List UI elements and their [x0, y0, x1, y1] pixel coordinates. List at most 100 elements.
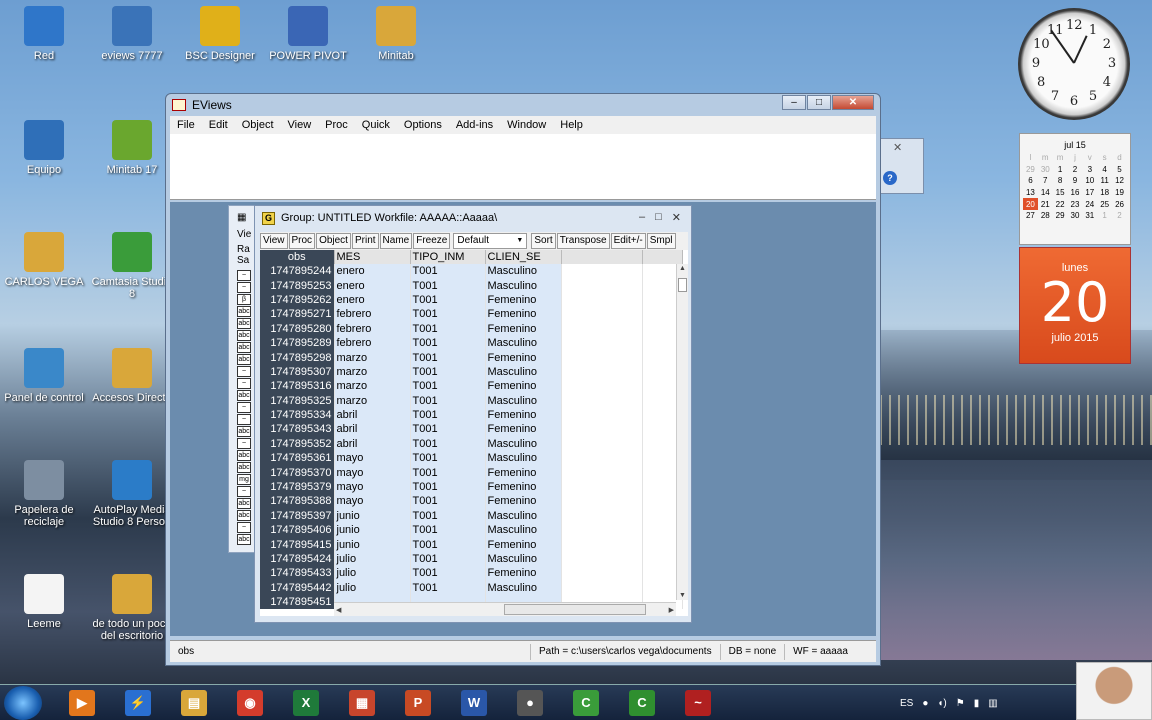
data-cell[interactable]: T001 [410, 364, 486, 380]
data-cell[interactable]: T001 [410, 278, 486, 293]
menu-item[interactable]: Add-ins [449, 119, 500, 131]
menu-item[interactable]: Help [553, 119, 590, 131]
data-cell[interactable]: julio [334, 566, 411, 581]
flag-icon[interactable]: ⚑ [956, 698, 965, 709]
calendar-day-cell[interactable]: 11 [1097, 175, 1112, 187]
table-row[interactable]: 1747895433 julio T001 Femenino [260, 566, 683, 581]
menu-item[interactable]: Object [235, 119, 281, 131]
workfile-object-icon[interactable]: ~ [237, 378, 251, 389]
table-row[interactable]: 1747895307 marzo T001 Masculino [260, 364, 683, 380]
calendar-today-card[interactable]: lunes 20 julio 2015 [1019, 247, 1131, 364]
taskbar-media-player-button[interactable]: ▶ [56, 686, 108, 720]
toolbar-button[interactable]: Freeze [413, 233, 451, 249]
empty-cell[interactable] [561, 494, 643, 509]
help-icon[interactable]: ? [883, 171, 897, 185]
empty-cell[interactable] [561, 566, 643, 581]
taskbar-eviews-button[interactable]: ~ [672, 686, 724, 720]
desktop-icon[interactable]: de todo un poco del escritorio [88, 574, 176, 642]
group-maximize-button[interactable]: □ [655, 211, 662, 224]
table-row[interactable]: 1747895424 julio T001 Masculino [260, 551, 683, 567]
empty-cell[interactable] [561, 321, 643, 336]
start-button[interactable] [4, 685, 42, 720]
data-cell[interactable]: mayo [334, 494, 411, 509]
group-minimize-button[interactable]: – [639, 211, 645, 224]
data-cell[interactable]: julio [334, 580, 411, 595]
calendar-day-cell[interactable]: 15 [1053, 187, 1068, 199]
data-cell[interactable]: abril [334, 407, 411, 423]
empty-cell[interactable] [561, 379, 643, 394]
data-cell[interactable]: Femenino [485, 407, 562, 423]
calendar-day-cell[interactable]: 19 [1112, 187, 1127, 199]
desktop-icon[interactable]: Camtasia Studio 8 [88, 232, 176, 300]
workfile-object-icon[interactable]: abc [237, 498, 251, 509]
empty-cell[interactable] [561, 393, 643, 408]
power-icon[interactable]: ▮ [974, 698, 980, 709]
calendar-day-cell[interactable]: 2 [1068, 164, 1083, 176]
taskbar-word-button[interactable]: W [448, 686, 500, 720]
calendar-day-cell[interactable]: 17 [1082, 187, 1097, 199]
data-cell[interactable]: T001 [410, 494, 486, 509]
calendar-day-cell[interactable]: 21 [1038, 198, 1053, 210]
calendar-day-cell[interactable]: 16 [1068, 187, 1083, 199]
desktop-icon[interactable]: POWER PIVOT [264, 6, 352, 62]
table-row[interactable]: 1747895361 mayo T001 Masculino [260, 451, 683, 466]
column-header[interactable] [642, 250, 683, 264]
data-cell[interactable]: Femenino [485, 537, 562, 552]
calendar-day-cell[interactable]: 8 [1053, 175, 1068, 187]
workfile-object-icon[interactable]: ~ [237, 486, 251, 497]
data-cell[interactable]: T001 [410, 407, 486, 423]
calendar-day-cell[interactable]: 6 [1023, 175, 1038, 187]
workfile-object-icon[interactable]: ~ [237, 438, 251, 449]
workfile-object-icon[interactable]: abc [237, 426, 251, 437]
taskbar-chrome-button[interactable]: ◉ [224, 686, 276, 720]
taskbar-flash-button[interactable]: ⚡ [112, 686, 164, 720]
workfile-object-icon[interactable]: ~ [237, 282, 251, 293]
table-row[interactable]: 1747895397 junio T001 Masculino [260, 508, 683, 524]
calendar-day-cell[interactable]: 18 [1097, 187, 1112, 199]
table-row[interactable]: 1747895262 enero T001 Femenino [260, 292, 683, 308]
desktop-icon[interactable]: Accesos Directo [88, 348, 176, 404]
desktop-icon[interactable]: Panel de control [0, 348, 88, 404]
workfile-object-icon[interactable]: abc [237, 450, 251, 461]
calendar-day-cell[interactable]: 28 [1038, 210, 1053, 222]
group-close-button[interactable]: ✕ [672, 211, 681, 224]
taskbar-powerpoint-button[interactable]: P [392, 686, 444, 720]
calendar-day-cell[interactable]: 4 [1097, 164, 1112, 176]
table-row[interactable]: 1747895334 abril T001 Femenino [260, 407, 683, 423]
data-cell[interactable]: Masculino [485, 278, 562, 293]
data-cell[interactable]: Femenino [485, 465, 562, 480]
workfile-object-icon[interactable]: abc [237, 318, 251, 329]
scroll-right-icon[interactable]: ▶ [669, 606, 674, 614]
workfile-object-icon[interactable]: abc [237, 342, 251, 353]
data-cell[interactable]: Femenino [485, 479, 562, 495]
data-cell[interactable]: enero [334, 264, 411, 279]
workfile-object-icon[interactable]: ~ [237, 522, 251, 533]
data-cell[interactable]: Femenino [485, 422, 562, 437]
scroll-up-icon[interactable]: ▲ [679, 265, 686, 272]
data-cell[interactable]: Masculino [485, 436, 562, 452]
calendar-day-cell[interactable]: 7 [1038, 175, 1053, 187]
data-cell[interactable]: T001 [410, 436, 486, 452]
column-header[interactable]: obs [260, 250, 335, 264]
data-cell[interactable]: junio [334, 523, 411, 538]
data-cell[interactable]: T001 [410, 379, 486, 394]
data-cell[interactable]: T001 [410, 393, 486, 408]
data-cell[interactable]: T001 [410, 292, 486, 308]
empty-cell[interactable] [561, 335, 643, 351]
workfile-object-icon[interactable]: mg [237, 474, 251, 485]
data-cell[interactable]: T001 [410, 321, 486, 336]
empty-cell[interactable] [561, 523, 643, 538]
vertical-scroll-thumb[interactable] [678, 278, 687, 292]
data-cell[interactable]: abril [334, 436, 411, 452]
calendar-day-cell[interactable]: 29 [1023, 164, 1038, 176]
calendar-day-cell[interactable]: 30 [1038, 164, 1053, 176]
workfile-object-icon[interactable]: ~ [237, 414, 251, 425]
taskbar-camtasia-recorder-button[interactable]: C [616, 686, 668, 720]
calendar-day-cell[interactable]: 30 [1068, 210, 1083, 222]
horizontal-scroll-thumb[interactable] [504, 604, 646, 615]
table-row[interactable]: 1747895406 junio T001 Masculino [260, 523, 683, 538]
table-row[interactable]: 1747895244 enero T001 Masculino [260, 264, 683, 279]
taskbar-recorder-button[interactable]: ● [504, 686, 556, 720]
data-cell[interactable]: T001 [410, 422, 486, 437]
data-cell[interactable]: Femenino [485, 321, 562, 336]
